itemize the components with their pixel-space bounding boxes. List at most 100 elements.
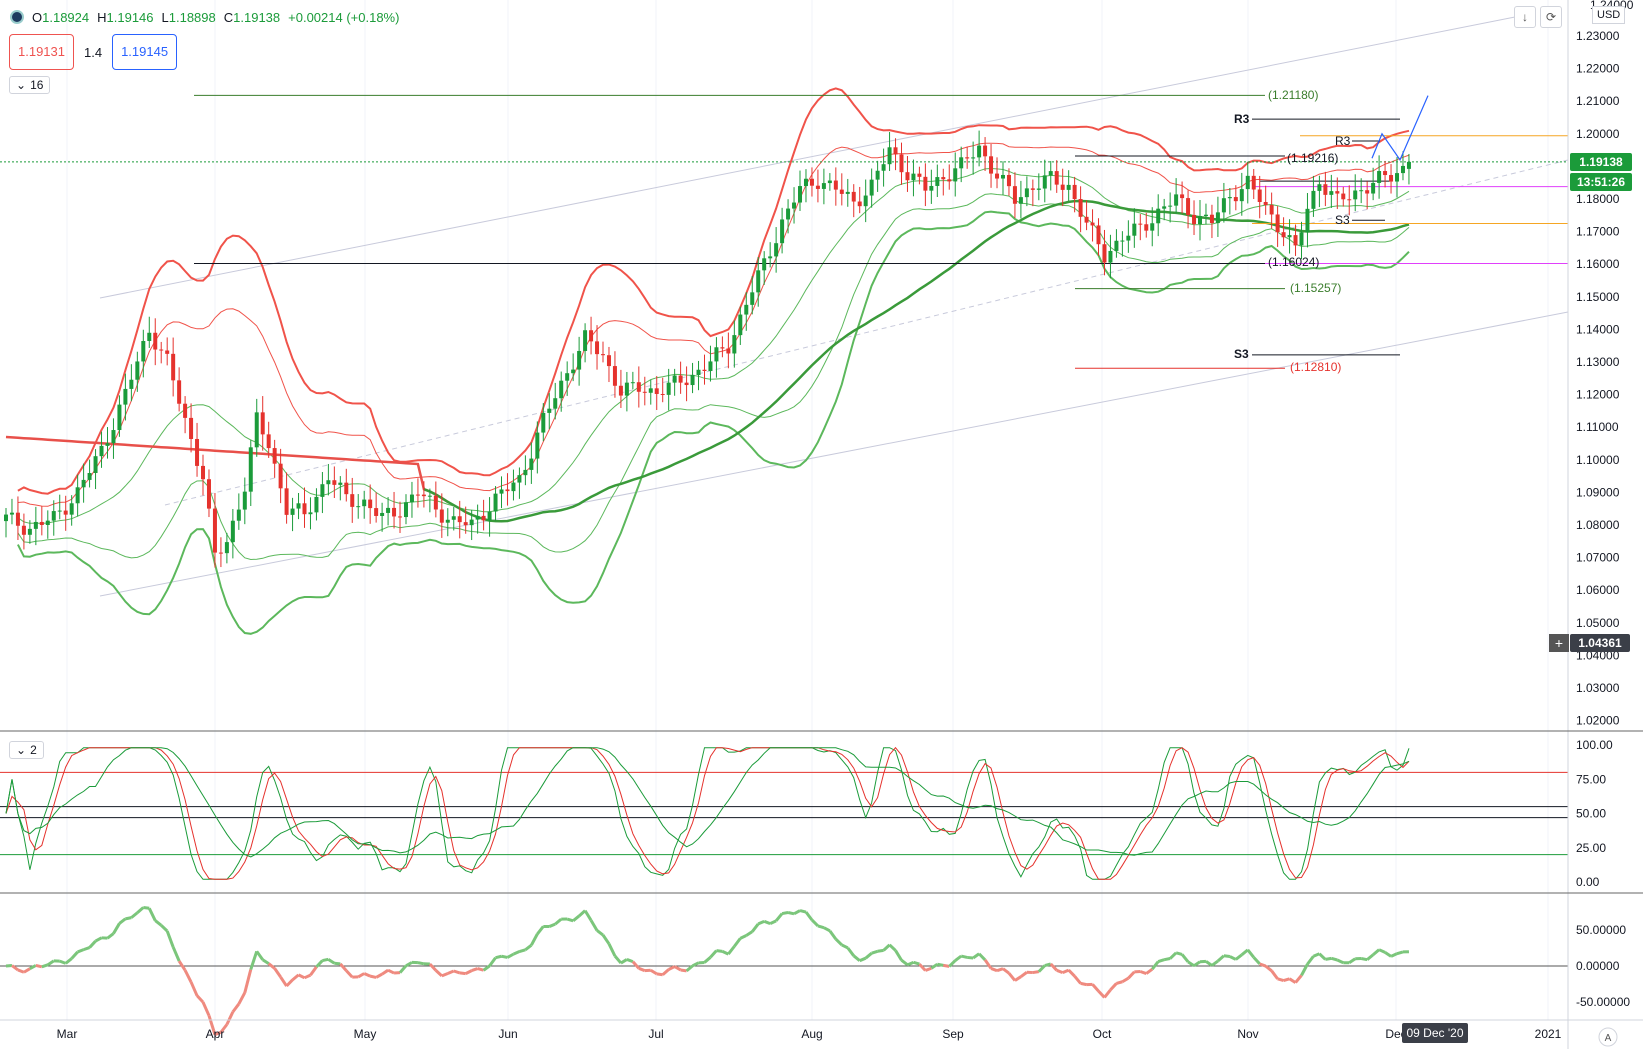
momentum-segment xyxy=(572,914,581,922)
candle-body xyxy=(75,487,80,504)
momentum-segment xyxy=(339,962,348,972)
candle-body xyxy=(129,379,134,389)
auto-scale-button[interactable]: A xyxy=(1598,1027,1618,1047)
time-axis[interactable]: Mar Apr May Jun Jul Aug Sep Oct Nov Dec 2021 xyxy=(57,1027,1562,1041)
candle-body xyxy=(141,340,146,362)
candle-body xyxy=(1156,208,1161,224)
candle-body xyxy=(201,465,206,480)
momentum-segment xyxy=(1288,977,1297,984)
candle-body xyxy=(1287,235,1292,238)
candle-body xyxy=(105,443,110,446)
indicators-toggle[interactable]: ⌄ 16 xyxy=(9,76,51,94)
buy-button[interactable]: 1.19145 xyxy=(112,34,178,70)
candle-body xyxy=(332,480,337,485)
momentum-segment xyxy=(1187,960,1195,967)
candle-body xyxy=(93,456,98,474)
momentum-segment xyxy=(1336,958,1344,965)
candle-body xyxy=(1371,182,1376,194)
time-tick-label: 2021 xyxy=(1535,1027,1562,1041)
candle-body xyxy=(1359,190,1364,192)
currency-label[interactable]: USD xyxy=(1592,6,1626,24)
momentum-segment xyxy=(1259,962,1267,968)
momentum-segment xyxy=(906,960,915,967)
candle-body xyxy=(672,375,677,383)
momentum-segment xyxy=(1384,951,1392,958)
bollinger-upper-outer xyxy=(17,87,1410,495)
momentum-segment xyxy=(668,965,676,971)
candle-body xyxy=(995,173,1000,179)
candle-body xyxy=(159,349,164,351)
candle-body xyxy=(833,180,838,190)
candle-body xyxy=(1186,198,1191,215)
momentum-segment xyxy=(536,925,545,935)
refresh-icon[interactable]: ⟳ xyxy=(1540,6,1562,28)
candle-body xyxy=(421,494,426,497)
momentum-segment xyxy=(996,967,1004,973)
momentum-segment xyxy=(375,972,383,979)
price-tick-label: 1.07000 xyxy=(1576,551,1620,565)
candle-body xyxy=(583,330,588,351)
candle-body xyxy=(618,385,623,396)
candle-body xyxy=(1335,191,1340,194)
candle-body xyxy=(398,516,403,518)
candle-body xyxy=(1126,235,1131,241)
momentum-segment xyxy=(1151,960,1160,971)
momentum-segment xyxy=(900,959,909,967)
candle-body xyxy=(660,393,665,395)
momentum-segment xyxy=(913,960,920,966)
chart-top-buttons: ↓ ⟳ xyxy=(1514,6,1562,28)
sell-button[interactable]: 1.19131 xyxy=(9,34,74,70)
candle-body xyxy=(648,388,653,393)
momentum-segment xyxy=(859,956,867,963)
momentum-segment xyxy=(554,917,563,926)
macd-tick-label: 50.00000 xyxy=(1576,923,1626,937)
momentum-segment xyxy=(70,950,79,960)
candle-body xyxy=(887,147,892,165)
momentum-segment xyxy=(1378,948,1386,954)
momentum-segment xyxy=(607,943,617,957)
candle-body xyxy=(314,496,319,513)
momentum-segment xyxy=(1007,972,1017,982)
candle-body xyxy=(768,256,773,259)
price-tick-label: 1.22000 xyxy=(1576,62,1620,76)
candle-body xyxy=(1209,214,1214,224)
momentum-segment xyxy=(267,962,276,970)
candle-body xyxy=(1030,188,1035,190)
momentum-segment xyxy=(428,962,437,972)
time-tick-label: Mar xyxy=(57,1027,78,1041)
quote-row: 1.19131 1.4 1.19145 xyxy=(9,34,178,70)
price-tick-label: 1.03000 xyxy=(1576,681,1620,695)
candle-body xyxy=(123,388,128,405)
momentum-segment xyxy=(757,919,765,926)
momentum-segment xyxy=(495,954,502,960)
oscillator-indicators-toggle[interactable]: ⌄ 2 xyxy=(9,741,44,759)
price-axis[interactable]: 1.230001.220001.210001.200001.190001.180… xyxy=(1576,0,1634,728)
price-tick-label: 1.08000 xyxy=(1576,518,1620,532)
arrow-down-icon[interactable]: ↓ xyxy=(1514,6,1536,28)
candle-body xyxy=(630,382,635,384)
candle-body xyxy=(1227,197,1232,199)
momentum-segment xyxy=(566,917,574,923)
candle-body xyxy=(989,156,994,174)
candle-body xyxy=(923,176,928,191)
chart-canvas[interactable]: 1.230001.220001.210001.200001.190001.180… xyxy=(0,0,1643,1049)
candle-body xyxy=(780,219,785,244)
candle-body xyxy=(750,292,755,305)
candle-body xyxy=(977,145,982,158)
candle-body xyxy=(493,493,498,512)
candle-body xyxy=(415,494,420,496)
momentum-segment xyxy=(1080,981,1087,987)
candle-body xyxy=(714,347,719,362)
candle-body xyxy=(224,542,229,554)
candle-body xyxy=(636,382,641,392)
momentum-segment xyxy=(501,954,508,959)
candle-body xyxy=(654,388,659,394)
momentum-segment xyxy=(195,994,205,1004)
momentum-segment xyxy=(703,956,712,964)
candle-body xyxy=(541,412,546,433)
candle-body xyxy=(1084,216,1089,223)
candle-body xyxy=(1180,194,1185,199)
momentum-segment xyxy=(894,949,903,962)
momentum-segment xyxy=(1330,956,1338,962)
candle-body xyxy=(481,515,486,521)
